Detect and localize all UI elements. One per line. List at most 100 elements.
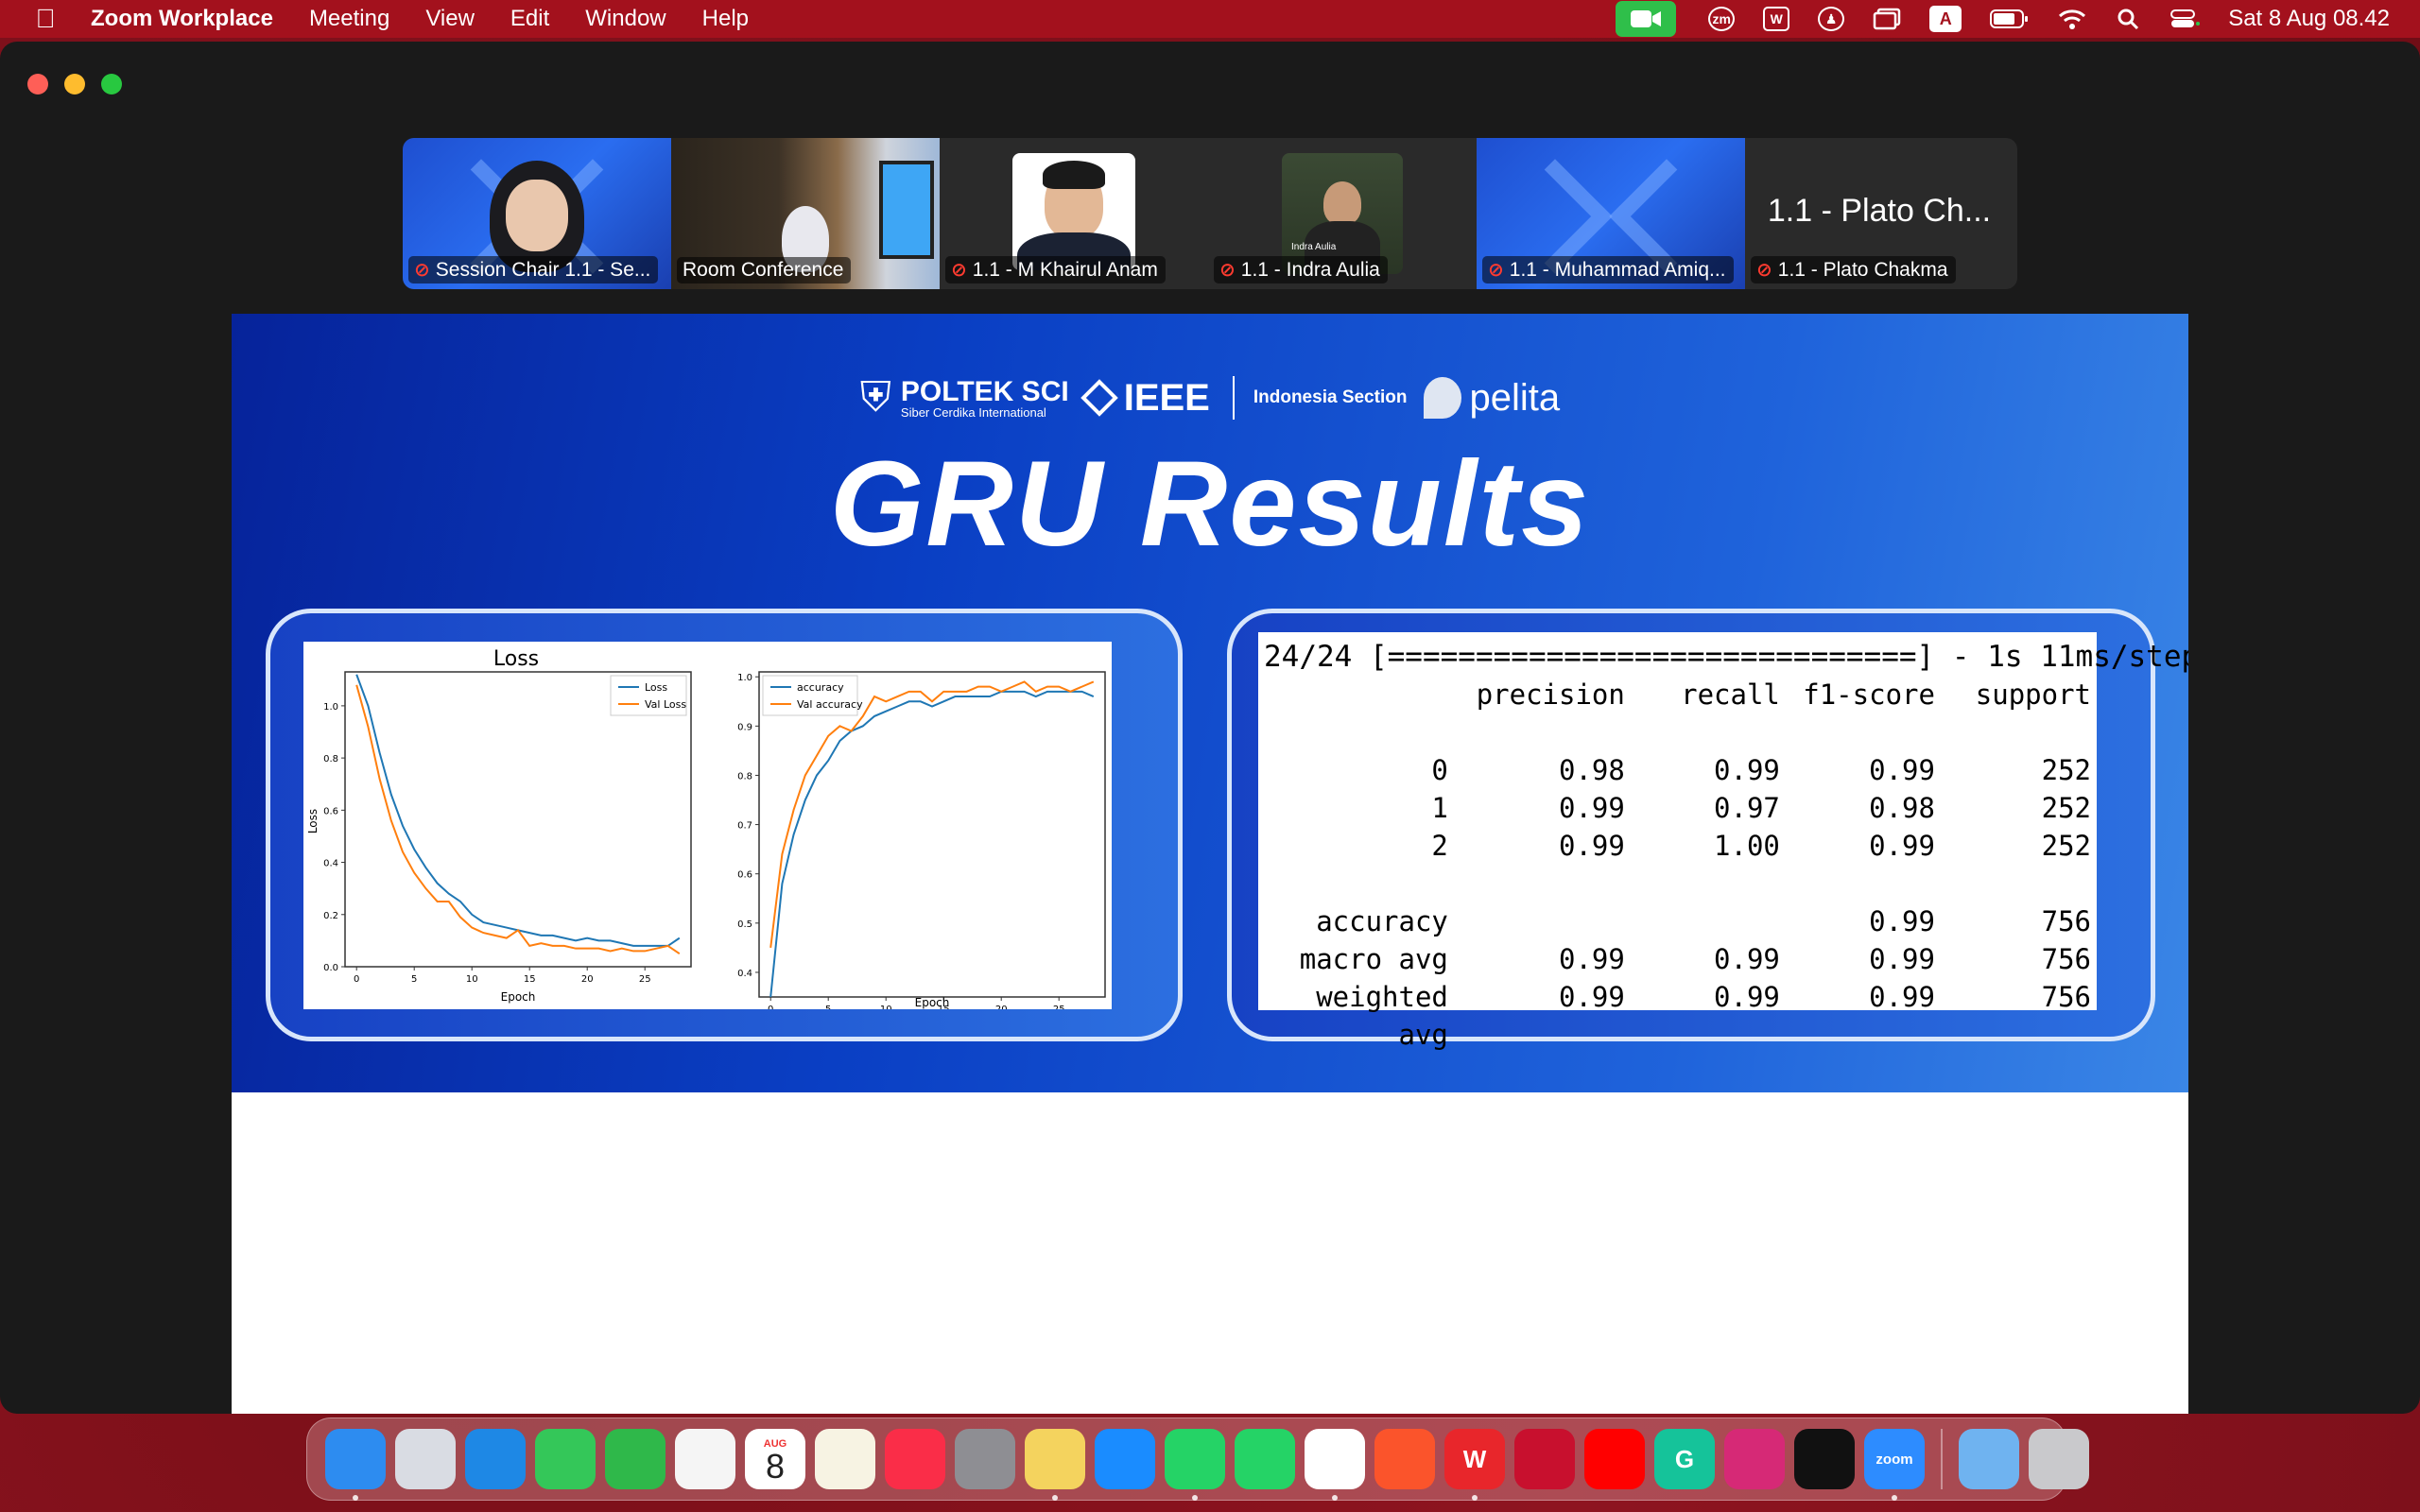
report-header-row: precision recall f1-score support [1264,676,2091,713]
accuracy-x-tick-label: 20 [995,1005,1008,1009]
participant-tile-active-speaker[interactable]: Room Conference [671,138,940,289]
brave-icon[interactable] [1374,1429,1435,1489]
system-settings-icon[interactable] [955,1429,1015,1489]
app-store-icon[interactable] [1095,1429,1155,1489]
accuracy-x-axis-label: Epoch [915,996,950,1009]
accuracy-legend-val-accuracy: Val accuracy [797,698,863,711]
report-summary-row: accuracy 0.99 756 [1316,905,2092,937]
mendeley-icon[interactable] [1514,1429,1575,1489]
slide-title: GRU Results [829,437,1591,572]
apple-menu-icon[interactable]:  [0,4,91,34]
report-summary-row: macro avg 0.99 0.99 0.99 756 [1299,943,2092,975]
participant-strip: ⊘ Session Chair 1.1 - Se... Room Conferen… [403,138,2017,289]
battery-icon[interactable] [1990,6,2030,32]
photos-icon[interactable] [675,1429,735,1489]
participant-tile[interactable]: ⊘ 1.1 - Muhammad Amiq... [1477,138,1745,289]
loss-y-tick-label: 0.0 [323,963,338,973]
mic-muted-icon: ⊘ [951,260,967,281]
report-header-support: support [1975,679,2092,711]
slide-logos: ⛨ POLTEK SCI Siber Cerdika International… [232,374,2188,421]
loss-x-tick-label: 0 [354,974,359,985]
participant-tile[interactable]: ⊘ 1.1 - M Khairul Anam [940,138,1208,289]
zoom-icon[interactable]: zoom [1864,1429,1925,1501]
accuracy-legend-accuracy: accuracy [797,681,844,694]
notes-icon[interactable] [815,1429,875,1489]
participant-photo [1012,153,1135,270]
music-icon[interactable] [885,1429,945,1489]
logo-divider [1232,376,1235,420]
accuracy-y-tick-label: 1.0 [737,673,752,683]
loss-x-tick-label: 15 [524,974,536,985]
calendar-icon[interactable]: AUG 8 [745,1429,805,1489]
minimize-window-button[interactable] [64,74,85,94]
whatsapp-icon[interactable] [1235,1429,1295,1489]
accuracy-x-tick-label: 5 [825,1005,831,1009]
participant-tile[interactable]: ⊘ Session Chair 1.1 - Se... [403,138,671,289]
training-charts: Loss 0.0 0.2 0.4 0.6 0.8 1.0 0 5 10 15 20 25 Epoch… [303,642,1112,1009]
loss-legend: Loss Val Loss [610,675,687,716]
zoom-video-icon[interactable] [1616,1,1677,37]
report-progress-line: 24/24 [==============================] -… [1264,640,2188,674]
menu-meeting[interactable]: Meeting [309,6,389,32]
zm-icon[interactable]: zm [1708,7,1736,31]
screens-icon[interactable] [1873,6,1901,32]
report-spacer [1264,865,2091,902]
stickies-icon[interactable] [1025,1429,1085,1501]
launchpad-icon[interactable] [395,1429,456,1489]
input-source-icon[interactable]: A [1929,6,1962,32]
participant-name-label: ⊘ 1.1 - Indra Aulia [1214,256,1388,284]
accuracy-y-tick-label: 0.8 [737,771,752,782]
shared-screen[interactable]: ⛨ POLTEK SCI Siber Cerdika International… [232,314,2188,1414]
classification-report: 24/24 [==============================] -… [1258,632,2188,1051]
menu-clock[interactable]: Sat 8 Aug 08.42 [2228,6,2390,32]
participant-name-label: ⊘ 1.1 - Plato Chakma [1751,256,1956,284]
accuracy-y-tick-label: 0.5 [737,919,752,930]
loss-y-tick-label: 0.6 [323,806,338,816]
loss-chart: Loss 0.0 0.2 0.4 0.6 0.8 1.0 0 5 10 15 20 25 Epoch… [306,647,692,1004]
menu-window[interactable]: Window [585,6,666,32]
finder-icon[interactable] [325,1429,386,1501]
facetime-icon[interactable] [605,1429,666,1489]
menu-app-name[interactable]: Zoom Workplace [91,6,273,32]
search-icon[interactable] [2115,6,2141,32]
trash-icon[interactable] [2029,1429,2089,1489]
training-charts-svg: Loss 0.0 0.2 0.4 0.6 0.8 1.0 0 5 10 15 20 25 Epoch… [306,647,1106,1009]
wps-icon[interactable]: W [1763,7,1790,31]
report-spacer [1264,713,2091,751]
fullscreen-window-button[interactable] [101,74,122,94]
messages-icon[interactable] [535,1429,596,1489]
wps-office-icon[interactable]: W [1444,1429,1505,1501]
calendar-day: 8 [765,1446,786,1486]
loss-x-axis-label: Epoch [501,990,536,1004]
downloads-icon[interactable] [1959,1429,2019,1489]
mic-muted-icon: ⊘ [1219,260,1236,281]
loss-y-tick-label: 0.4 [323,859,338,869]
accuracy-x-tick-label: 10 [880,1005,892,1009]
pelita-text: pelita [1469,376,1561,419]
whatsapp-business-icon[interactable] [1165,1429,1225,1501]
grammarly-icon[interactable]: G [1654,1429,1715,1489]
tiktok-icon[interactable] [1794,1429,1855,1489]
control-center-icon[interactable] [2169,6,2201,32]
poltek-logo: ⛨ POLTEK SCI Siber Cerdika International [860,374,1069,421]
report-panel: 24/24 [==============================] -… [1227,609,2188,1051]
close-window-button[interactable] [27,74,48,94]
participant-tile-video-off[interactable]: 1.1 - Plato Ch... ⊘ 1.1 - Plato Chakma [1745,138,2014,289]
loss-x-tick-label: 25 [639,974,651,985]
menu-help[interactable]: Help [702,6,749,32]
participant-tile[interactable]: Indra Aulia ⊘ 1.1 - Indra Aulia [1208,138,1477,289]
instagram-icon[interactable] [1724,1429,1785,1489]
ieee-text: IEEE [1123,376,1210,419]
menu-bar:  Zoom Workplace Meeting View Edit Windo… [0,0,2420,38]
accessibility-icon[interactable]: ♟ [1818,7,1845,31]
safari-icon[interactable] [465,1429,526,1489]
presentation-slide: ⛨ POLTEK SCI Siber Cerdika International… [232,314,2188,1092]
loss-legend-val-loss: Val Loss [645,698,686,711]
menu-edit[interactable]: Edit [510,6,549,32]
menu-view[interactable]: View [425,6,475,32]
youtube-icon[interactable] [1584,1429,1645,1489]
ieee-diamond-icon [1080,379,1118,417]
chrome-icon[interactable] [1305,1429,1365,1501]
wifi-icon[interactable] [2058,6,2086,32]
dock: AUG 8 W Gzoom [306,1418,2089,1501]
